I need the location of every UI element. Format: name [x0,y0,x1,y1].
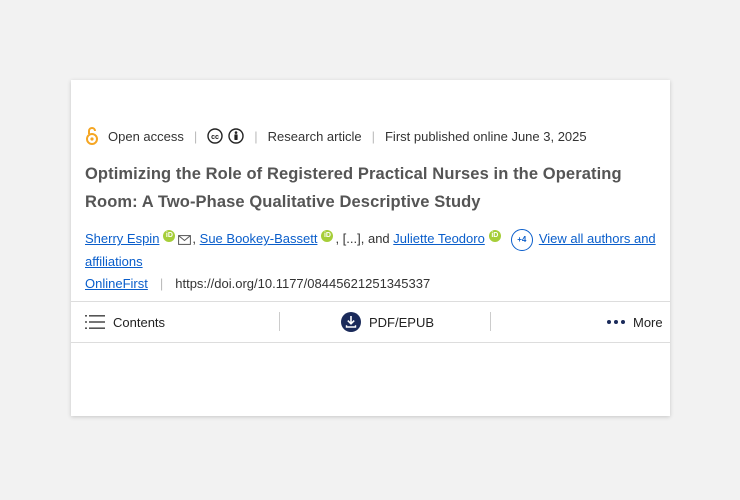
more-dots-icon [607,320,625,324]
svg-text:cc: cc [211,134,219,141]
toolbar-divider [490,312,491,331]
article-card: Open access | cc | Research article | Fi… [71,80,670,416]
meta-separator: | [254,128,258,144]
doi-separator: | [159,276,164,291]
open-access-icon [86,127,98,145]
license-icons[interactable]: cc [207,128,244,144]
orcid-icon[interactable]: iD [163,230,176,242]
open-access-label: Open access [108,128,184,144]
author-ellipsis: , [...], and [335,231,394,246]
article-toolbar: Contents PDF/EPUB More [71,301,670,343]
toolbar-divider [279,312,280,331]
pdf-epub-label: PDF/EPUB [369,314,435,330]
article-type: Research article [267,128,362,144]
download-icon [341,312,361,332]
contents-button[interactable]: Contents [85,302,165,342]
meta-separator: | [371,128,375,144]
author-link[interactable]: Sue Bookey-Bassett [200,231,318,246]
article-title: Optimizing the Role of Registered Practi… [85,165,622,211]
orcid-icon[interactable]: iD [488,230,501,242]
pdf-epub-button[interactable]: PDF/EPUB [341,302,434,342]
author-link[interactable]: Sherry Espin [85,231,159,246]
publication-date: First published online June 3, 2025 [384,128,587,144]
article-meta-row: Open access | cc | Research article | Fi… [85,126,587,146]
onlinefirst-link[interactable]: OnlineFirst [85,276,148,291]
more-authors-badge[interactable]: +4 [510,228,533,251]
more-label: More [633,314,663,330]
doi-text[interactable]: https://doi.org/10.1177/0844562125134533… [175,276,430,291]
attribution-icon [228,128,244,144]
more-button[interactable]: More [606,302,663,342]
author-link[interactable]: Juliette Teodoro [393,231,485,246]
orcid-icon[interactable]: iD [321,230,334,242]
doi-row: OnlineFirst | https://doi.org/10.1177/08… [85,276,430,291]
meta-separator: | [193,128,198,144]
contents-label: Contents [113,314,166,330]
email-icon[interactable] [178,234,192,245]
list-icon [85,315,105,329]
creative-commons-icon: cc [207,128,223,144]
author-list: Sherry Espin iD, Sue Bookey-Bassett iD, [.… [85,228,660,272]
